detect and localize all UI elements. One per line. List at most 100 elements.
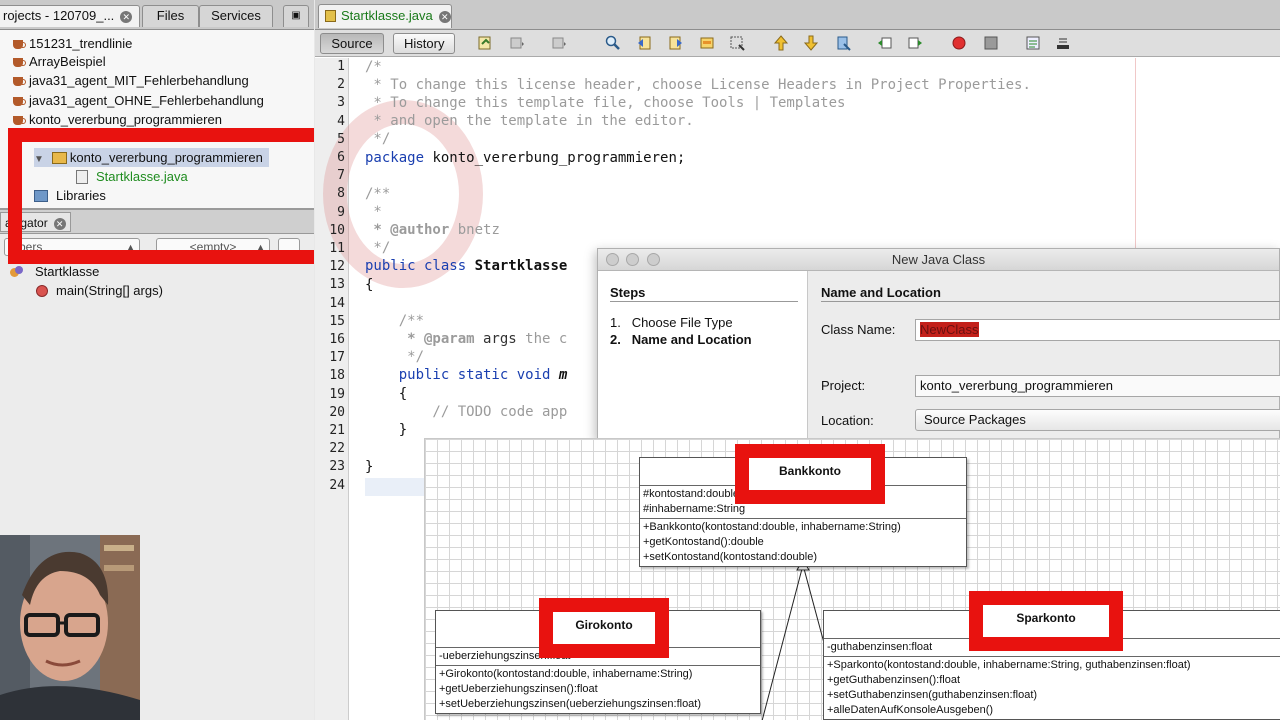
uml-attribute: #kontostand:double <box>643 488 740 500</box>
forward-icon[interactable] <box>551 35 567 51</box>
location-select[interactable]: Source Packages <box>915 409 1280 431</box>
project-item[interactable]: konto_vererbung_programmieren <box>12 110 222 129</box>
line-number: 9 <box>337 204 345 220</box>
close-icon[interactable]: ✕ <box>120 10 133 23</box>
package-item[interactable]: ▼ konto_vererbung_programmieren <box>34 148 269 167</box>
close-icon[interactable]: ✕ <box>53 217 66 230</box>
last-edit-icon[interactable] <box>477 35 493 51</box>
code-line: public static void m <box>365 366 568 384</box>
close-window-icon[interactable] <box>606 253 619 266</box>
toggle-highlight-icon[interactable] <box>699 35 715 51</box>
editor-toolbar: Source History <box>315 30 1280 57</box>
libraries-item[interactable]: Libraries <box>34 186 106 205</box>
shift-left-icon[interactable] <box>877 35 893 51</box>
java-file-icon <box>76 170 88 184</box>
java-file-item[interactable]: Startklasse.java <box>76 167 188 186</box>
uml-attribute: -guthabenzinsen:float <box>827 641 933 653</box>
dropdown-arrow-icon: ▲ <box>256 242 265 252</box>
source-button[interactable]: Source <box>320 33 384 54</box>
history-button[interactable]: History <box>393 33 455 54</box>
tab-services[interactable]: Services <box>199 5 273 27</box>
tab-files[interactable]: Files <box>142 5 199 27</box>
line-number: 6 <box>337 150 345 165</box>
wizard-step: 1. Choose File Type <box>610 315 733 330</box>
project-label: java31_agent_OHNE_Fehlerbehandlung <box>29 93 264 108</box>
netbeans-ide-window: rojects - 120709_... ✕ Files Services ▣ 1… <box>0 0 1280 720</box>
back-icon[interactable] <box>509 35 525 51</box>
steps-heading: Steps <box>610 285 646 300</box>
line-number: 19 <box>329 386 345 402</box>
find-next-icon[interactable] <box>667 35 683 51</box>
find-icon[interactable] <box>605 35 621 51</box>
libraries-label: Libraries <box>56 188 106 203</box>
uml-class-header <box>824 611 1280 639</box>
java-file-icon <box>325 10 336 22</box>
toggle-rect-select-icon[interactable] <box>729 35 745 51</box>
minimize-window-icon[interactable] <box>626 253 639 266</box>
method-node[interactable]: main(String[] args) <box>36 281 163 300</box>
line-number: 8 <box>337 186 345 202</box>
uml-methods: +Sparkonto(kontostand:double, inhabernam… <box>824 657 1280 719</box>
editor-tab-bar: Startklasse.java ✕ <box>315 0 1280 30</box>
minimize-icon[interactable]: ▣ <box>283 5 309 27</box>
start-macro-icon[interactable] <box>951 35 967 51</box>
line-number: 4 <box>337 113 345 129</box>
code-line: * and open the template in the editor. <box>365 113 694 129</box>
tab-projects-label: rojects - 120709_... <box>3 8 115 23</box>
line-number: 15 <box>329 313 345 329</box>
projects-tree: 151231_trendlinie ArrayBeispiel java31_a… <box>0 30 314 208</box>
expand-triangle-icon[interactable]: ▼ <box>34 154 44 165</box>
project-item[interactable]: java31_agent_MIT_Fehlerbehandlung <box>12 71 249 90</box>
class-node[interactable]: Startklasse <box>10 262 99 281</box>
project-item[interactable]: 151231_trendlinie <box>12 34 132 53</box>
uml-attributes: -ueberziehungszinsen:float <box>436 648 760 666</box>
zoom-window-icon[interactable] <box>647 253 660 266</box>
uml-method: +alleDatenAufKonsoleAusgeben() <box>827 704 994 716</box>
javadoc-text: bnetz <box>449 222 500 238</box>
next-bookmark-icon[interactable] <box>803 35 819 51</box>
keyword: package <box>365 150 425 166</box>
previous-bookmark-icon[interactable] <box>773 35 789 51</box>
left-tab-bar: rojects - 120709_... ✕ Files Services ▣ <box>0 0 314 30</box>
step-label: Name and Location <box>631 332 752 347</box>
code-line: /** <box>365 186 391 202</box>
uncomment-icon[interactable] <box>1055 35 1071 51</box>
navigator-filter-bar: mbers ▲ <empty> ▲ <box>0 234 314 260</box>
step-label: Choose File Type <box>631 315 733 330</box>
location-value: Source Packages <box>924 412 1026 427</box>
stop-macro-icon[interactable] <box>983 35 999 51</box>
find-previous-icon[interactable] <box>637 35 653 51</box>
project-item[interactable]: ArrayBeispiel <box>12 52 106 71</box>
toggle-bookmark-icon[interactable] <box>835 35 851 51</box>
code-line: * @author bnetz <box>365 221 500 239</box>
shift-right-icon[interactable] <box>907 35 923 51</box>
code-line: public class Startklasse <box>365 257 567 275</box>
line-number: 5 <box>337 131 345 147</box>
method-node-label: main(String[] args) <box>56 283 163 298</box>
tab-startklasse[interactable]: Startklasse.java ✕ <box>318 4 452 28</box>
tab-projects[interactable]: rojects - 120709_... ✕ <box>0 5 140 27</box>
project-item[interactable]: java31_agent_OHNE_Fehlerbehandlung <box>12 91 264 110</box>
tab-navigator[interactable]: avigator ✕ <box>0 212 71 232</box>
code-line: * To change this license header, choose … <box>365 77 1031 93</box>
package-label: konto_vererbung_programmieren <box>69 150 263 165</box>
comment-icon[interactable] <box>1025 35 1041 51</box>
navigator-options-button[interactable] <box>278 238 300 256</box>
uml-attribute: #inhabername:String <box>643 503 746 515</box>
filter-combo[interactable]: <empty> ▲ <box>156 238 270 256</box>
code-line: /* <box>365 59 382 75</box>
webcam-presenter-image <box>0 535 140 720</box>
uml-method: +Sparkonto(kontostand:double, inhabernam… <box>827 659 1191 671</box>
uml-methods: +Girokonto(kontostand:double, inhabernam… <box>436 666 760 713</box>
project-label: Project: <box>821 378 866 393</box>
project-label: konto_vererbung_programmieren <box>29 112 222 127</box>
line-number: 1 <box>337 59 345 74</box>
members-combo[interactable]: mbers ▲ <box>4 238 140 256</box>
uml-class-diagram: #kontostand:double #inhabername:String +… <box>424 438 1280 720</box>
class-name-input[interactable]: NewClass <box>915 319 1280 341</box>
uml-class-header <box>640 458 966 486</box>
tab-services-label: Services <box>211 8 261 23</box>
line-number: 2 <box>337 77 345 93</box>
uml-attributes: -guthabenzinsen:float <box>824 639 1280 657</box>
close-icon[interactable]: ✕ <box>438 10 451 23</box>
